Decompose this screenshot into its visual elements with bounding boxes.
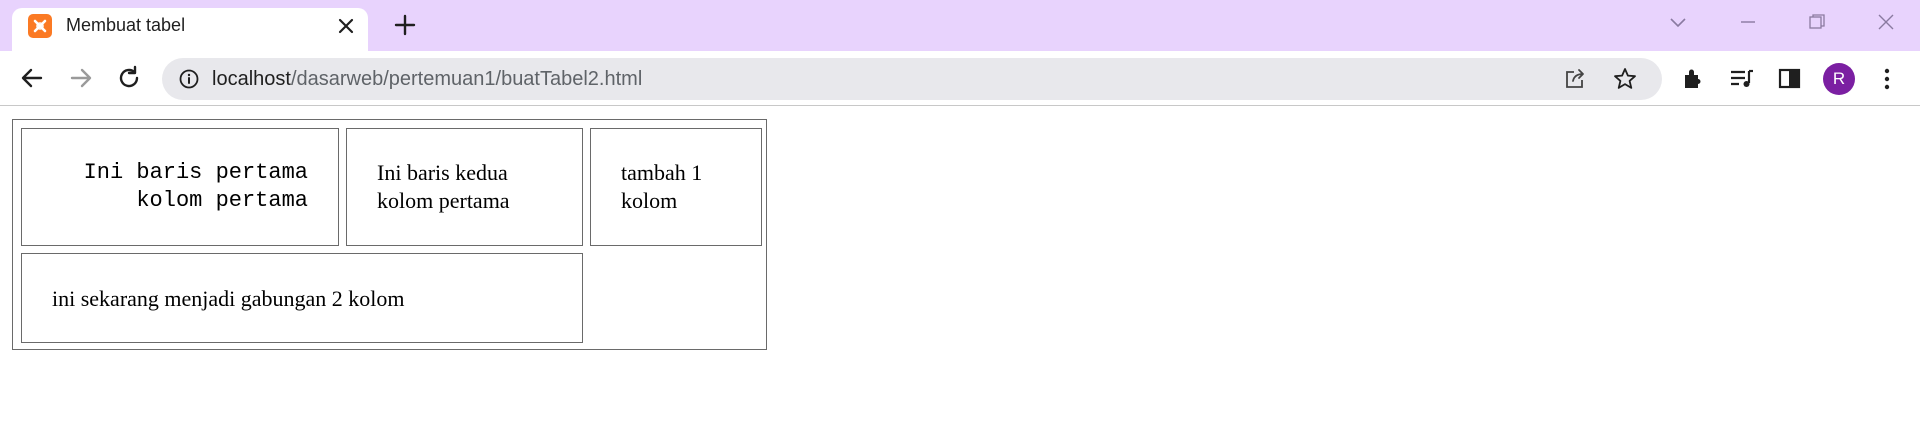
browser-toolbar: localhost/dasarweb/pertemuan1/buatTabel2… — [0, 51, 1920, 106]
cell-text: tambah 1 kolom — [621, 159, 702, 215]
back-icon[interactable] — [17, 63, 47, 93]
bookmark-star-icon[interactable] — [1612, 66, 1638, 97]
cell-text: Ini baris kedua kolom pertama — [377, 159, 510, 215]
url-text[interactable]: localhost/dasarweb/pertemuan1/buatTabel2… — [212, 68, 642, 91]
side-panel-icon[interactable] — [1775, 64, 1805, 94]
table-cell-r1c2: Ini baris kedua kolom pertama — [346, 128, 583, 246]
cell-line: Ini baris kedua — [377, 160, 508, 185]
media-controls-icon[interactable] — [1727, 64, 1757, 94]
minimize-icon[interactable] — [1736, 12, 1760, 32]
table-cell-r1c3: tambah 1 kolom — [590, 128, 762, 246]
close-tab-icon[interactable] — [336, 16, 356, 36]
url-host: localhost — [212, 68, 291, 90]
profile-avatar[interactable]: R — [1823, 63, 1855, 95]
tab-search-icon[interactable] — [1666, 12, 1690, 32]
share-icon[interactable] — [1562, 66, 1588, 97]
new-tab-icon[interactable] — [394, 14, 416, 36]
xampp-icon — [28, 14, 52, 38]
table-cell-r1c1: Ini baris pertama kolom pertama — [21, 128, 339, 246]
tab-strip: Membuat tabel — [0, 0, 1920, 51]
table: Ini baris pertama kolom pertama Ini bari… — [12, 119, 767, 350]
tab-title: Membuat tabel — [66, 15, 186, 35]
page-content: Ini baris pertama kolom pertama Ini bari… — [0, 106, 1920, 426]
cell-line: kolom pertama — [377, 188, 510, 213]
forward-icon[interactable] — [66, 63, 96, 93]
extensions-icon[interactable] — [1679, 64, 1709, 94]
cell-line: kolom pertama — [136, 188, 308, 213]
active-tab[interactable]: Membuat tabel — [12, 8, 368, 51]
url-path: /dasarweb/pertemuan1/buatTabel2.html — [290, 68, 643, 90]
table-cell-r2-colspan2: ini sekarang menjadi gabungan 2 kolom — [21, 253, 583, 343]
cell-line: tambah 1 — [621, 160, 703, 185]
more-menu-icon[interactable] — [1872, 64, 1902, 94]
restore-icon[interactable] — [1804, 12, 1828, 32]
cell-text: ini sekarang menjadi gabungan 2 kolom — [52, 286, 405, 311]
close-window-icon[interactable] — [1874, 12, 1898, 32]
cell-text: Ini baris pertama kolom pertama — [84, 159, 308, 215]
address-bar[interactable]: localhost/dasarweb/pertemuan1/buatTabel2… — [162, 58, 1662, 100]
reload-icon[interactable] — [114, 63, 144, 93]
cell-line: kolom — [621, 188, 678, 213]
cell-line: Ini baris pertama — [83, 160, 308, 185]
site-info-icon[interactable] — [178, 68, 200, 95]
